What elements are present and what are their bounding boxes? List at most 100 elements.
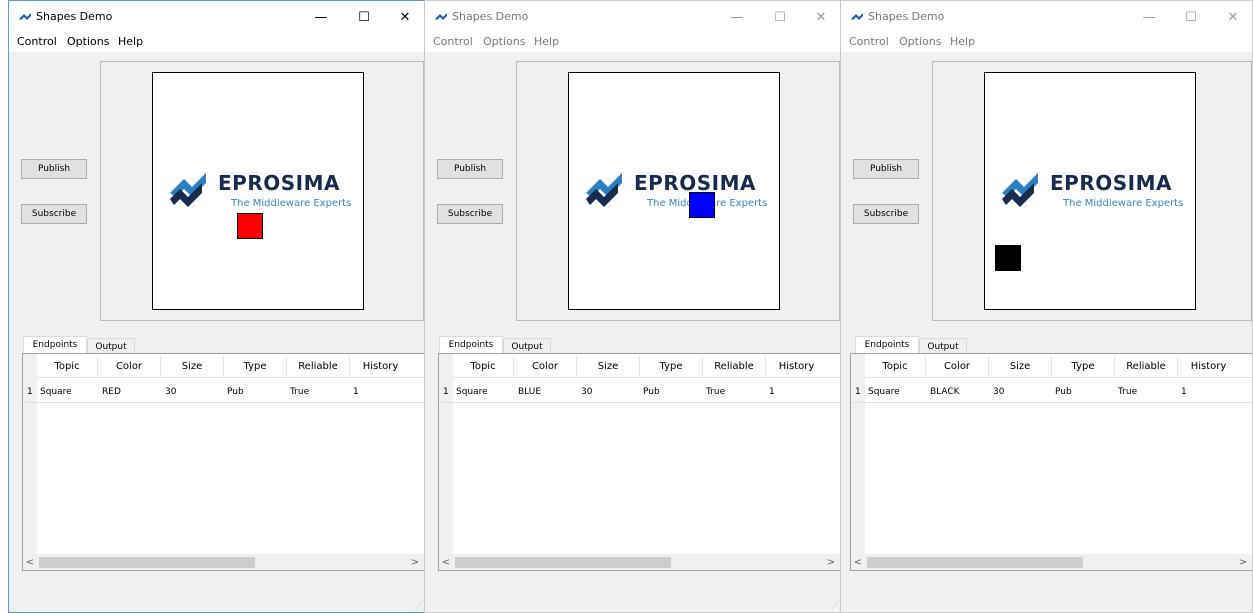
column-topic[interactable]: Topic	[865, 355, 926, 377]
close-icon[interactable]: ✕	[801, 5, 841, 29]
menu-help[interactable]: Help	[950, 35, 975, 48]
cell-reliable[interactable]: True	[290, 387, 309, 397]
window-title: Shapes Demo	[868, 10, 945, 23]
shapes-canvas[interactable]: EPROSIMA The Middleware Experts	[568, 72, 780, 310]
cell-color[interactable]: BLACK	[930, 387, 960, 397]
cell-color[interactable]: BLUE	[518, 387, 541, 397]
shapes-demo-window-1: Shapes Demo — ☐ ✕ Control Options Help P…	[8, 0, 426, 613]
menu-bar: Control Options Help	[841, 32, 1252, 52]
column-size[interactable]: Size	[989, 355, 1052, 377]
column-history[interactable]: History	[350, 355, 411, 377]
logo-name: EPROSIMA	[218, 171, 340, 195]
column-color[interactable]: Color	[514, 355, 577, 377]
row-header-column	[851, 354, 865, 554]
column-reliable[interactable]: Reliable	[1115, 355, 1178, 377]
scroll-left-icon[interactable]: <	[23, 554, 37, 570]
square-shape	[995, 245, 1021, 271]
column-history[interactable]: History	[766, 355, 827, 377]
scroll-thumb[interactable]	[39, 557, 255, 568]
app-icon	[851, 13, 863, 20]
minimize-icon[interactable]: —	[301, 5, 341, 29]
close-icon[interactable]: ✕	[1213, 5, 1252, 29]
menu-help[interactable]: Help	[118, 35, 143, 48]
column-type[interactable]: Type	[1052, 355, 1115, 377]
scroll-right-icon[interactable]: >	[1236, 554, 1250, 570]
horizontal-scrollbar[interactable]: < >	[439, 554, 840, 570]
menu-control[interactable]: Control	[17, 35, 57, 48]
column-topic[interactable]: Topic	[453, 355, 514, 377]
maximize-icon[interactable]: ☐	[344, 5, 384, 29]
title-bar[interactable]: Shapes Demo — ☐ ✕	[425, 1, 841, 32]
title-bar[interactable]: Shapes Demo — ☐ ✕	[9, 1, 425, 32]
shapes-canvas[interactable]: EPROSIMA The Middleware Experts	[984, 72, 1196, 310]
publish-button[interactable]: Publish	[853, 159, 919, 179]
minimize-icon[interactable]: —	[1129, 5, 1169, 29]
horizontal-scrollbar[interactable]: < >	[23, 554, 424, 570]
shapes-canvas[interactable]: EPROSIMA The Middleware Experts	[152, 72, 364, 310]
resize-grip-icon[interactable]: ⋰	[831, 602, 839, 610]
cell-history[interactable]: 1	[1181, 387, 1187, 397]
menu-options[interactable]: Options	[483, 35, 525, 48]
column-size[interactable]: Size	[161, 355, 224, 377]
endpoints-table: Topic Color Size Type Reliable History 1…	[22, 353, 425, 571]
maximize-icon[interactable]: ☐	[760, 5, 800, 29]
publish-button[interactable]: Publish	[437, 159, 503, 179]
tab-endpoints[interactable]: Endpoints	[23, 336, 87, 353]
window-title: Shapes Demo	[452, 10, 529, 23]
column-reliable[interactable]: Reliable	[703, 355, 766, 377]
cell-size[interactable]: 30	[993, 387, 1004, 397]
menu-help[interactable]: Help	[534, 35, 559, 48]
subscribe-button[interactable]: Subscribe	[437, 204, 503, 224]
endpoints-table: Topic Color Size Type Reliable History 1…	[850, 353, 1252, 571]
cell-topic[interactable]: Square	[456, 387, 488, 397]
scroll-left-icon[interactable]: <	[439, 554, 453, 570]
scroll-right-icon[interactable]: >	[408, 554, 422, 570]
menu-options[interactable]: Options	[67, 35, 109, 48]
menu-control[interactable]: Control	[433, 35, 473, 48]
menu-bar: Control Options Help	[9, 32, 425, 52]
column-history[interactable]: History	[1178, 355, 1239, 377]
cell-reliable[interactable]: True	[1118, 387, 1137, 397]
cell-size[interactable]: 30	[581, 387, 592, 397]
endpoints-table: Topic Color Size Type Reliable History 1…	[438, 353, 841, 571]
cell-type[interactable]: Pub	[1055, 387, 1072, 397]
column-topic[interactable]: Topic	[37, 355, 98, 377]
cell-history[interactable]: 1	[769, 387, 775, 397]
maximize-icon[interactable]: ☐	[1171, 5, 1211, 29]
scroll-right-icon[interactable]: >	[824, 554, 838, 570]
tab-endpoints[interactable]: Endpoints	[855, 336, 919, 353]
row-divider	[23, 402, 425, 403]
menu-options[interactable]: Options	[899, 35, 941, 48]
tab-endpoints[interactable]: Endpoints	[439, 336, 503, 353]
publish-button[interactable]: Publish	[21, 159, 87, 179]
subscribe-button[interactable]: Subscribe	[21, 204, 87, 224]
subscribe-button[interactable]: Subscribe	[853, 204, 919, 224]
column-color[interactable]: Color	[98, 355, 161, 377]
cell-topic[interactable]: Square	[40, 387, 72, 397]
eprosima-logo-icon	[170, 173, 206, 207]
column-reliable[interactable]: Reliable	[287, 355, 350, 377]
scroll-thumb[interactable]	[867, 557, 1083, 568]
column-color[interactable]: Color	[926, 355, 989, 377]
cell-type[interactable]: Pub	[227, 387, 244, 397]
cell-color[interactable]: RED	[102, 387, 121, 397]
resize-grip-icon[interactable]: ⋰	[415, 602, 423, 610]
cell-history[interactable]: 1	[353, 387, 359, 397]
menu-control[interactable]: Control	[849, 35, 889, 48]
column-type[interactable]: Type	[640, 355, 703, 377]
close-icon[interactable]: ✕	[385, 5, 425, 29]
cell-type[interactable]: Pub	[643, 387, 660, 397]
column-size[interactable]: Size	[577, 355, 640, 377]
header-divider	[37, 377, 425, 378]
scroll-thumb[interactable]	[455, 557, 671, 568]
minimize-icon[interactable]: —	[717, 5, 757, 29]
title-bar[interactable]: Shapes Demo — ☐ ✕	[841, 1, 1252, 32]
cell-reliable[interactable]: True	[706, 387, 725, 397]
header-divider	[865, 377, 1252, 378]
shapes-demo-window-2: Shapes Demo — ☐ ✕ Control Options Help P…	[424, 0, 842, 613]
horizontal-scrollbar[interactable]: < >	[851, 554, 1252, 570]
column-type[interactable]: Type	[224, 355, 287, 377]
scroll-left-icon[interactable]: <	[851, 554, 865, 570]
cell-size[interactable]: 30	[165, 387, 176, 397]
cell-topic[interactable]: Square	[868, 387, 900, 397]
